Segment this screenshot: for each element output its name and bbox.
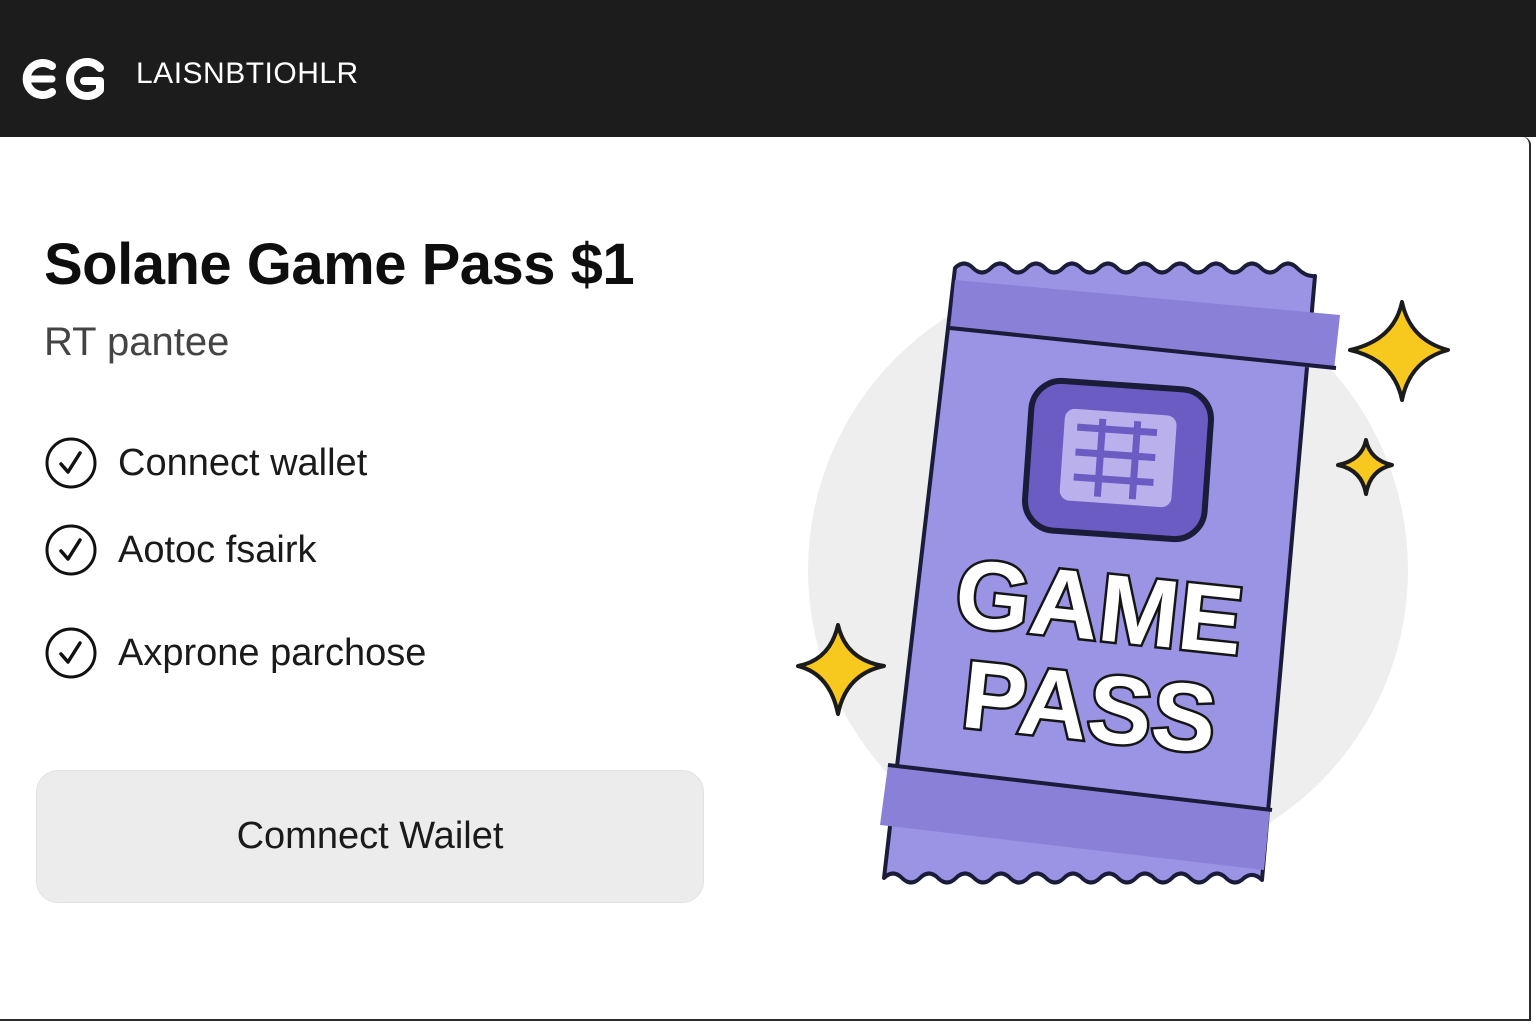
page-subtitle: RT pantee bbox=[44, 320, 230, 364]
top-bar: LAISNBTIOHLR bbox=[0, 0, 1536, 137]
page-title: Solane Game Pass $1 bbox=[44, 232, 635, 297]
game-pass-illustration: GAME PASS bbox=[796, 261, 1450, 885]
step-label: Connect wallet bbox=[118, 442, 368, 484]
brand-name[interactable]: LAISNBTIOHLR bbox=[136, 57, 359, 91]
check-circle-icon bbox=[45, 524, 97, 576]
sparkle-icon bbox=[1348, 300, 1450, 402]
connect-wallet-button[interactable]: Comnect Wailet bbox=[36, 770, 704, 903]
eg-logo-icon[interactable] bbox=[22, 54, 108, 104]
step-label: Aotoc fsairk bbox=[118, 529, 317, 571]
check-circle-icon bbox=[45, 627, 97, 679]
step-label: Axprone parchose bbox=[118, 632, 427, 674]
check-circle-icon bbox=[45, 437, 97, 489]
